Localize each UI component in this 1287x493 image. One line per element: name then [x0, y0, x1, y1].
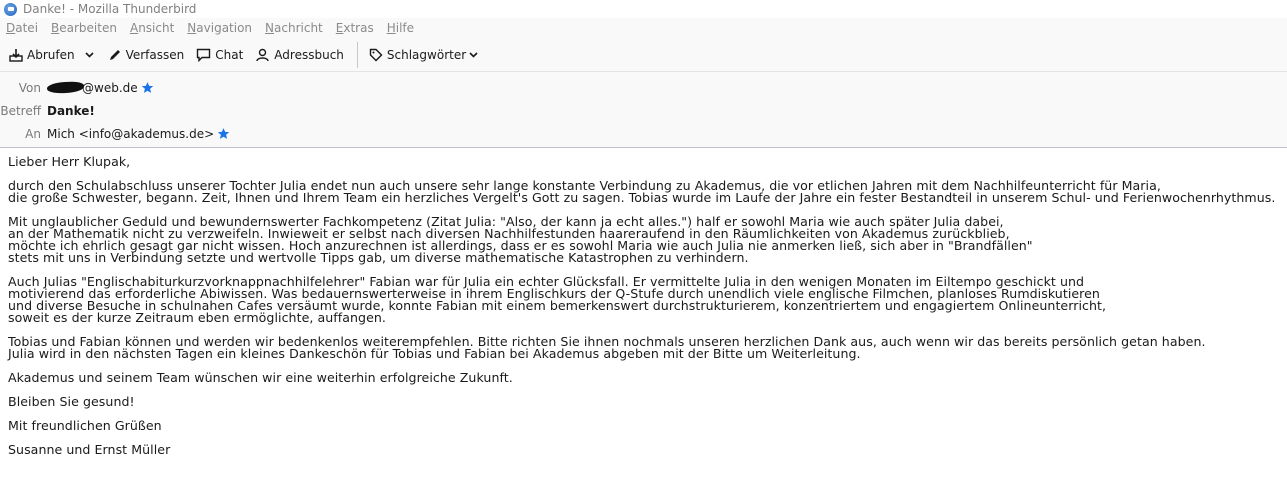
chevron-down-icon [85, 51, 94, 58]
from-address: @web.de [82, 80, 138, 95]
body-paragraph: Bleiben Sie gesund! [8, 394, 1279, 409]
compose-label: Verfassen [125, 47, 185, 62]
body-line: Bleiben Sie gesund! [8, 394, 135, 409]
tag-icon [369, 48, 383, 61]
chat-label: Chat [215, 47, 244, 62]
body-line: Lieber Herr Klupak, [8, 154, 131, 169]
menu-navigation[interactable]: Navigation [187, 21, 252, 35]
to-label: An [25, 126, 41, 141]
from-label: Von [18, 80, 41, 95]
download-icon [9, 48, 23, 62]
star-icon[interactable] [217, 127, 230, 140]
body-line: soweit es der kurze Zeitraum eben ermögl… [8, 310, 386, 325]
body-paragraph: Akademus und seinem Team wünschen wir ei… [8, 370, 1279, 385]
menu-bar: Datei Bearbeiten Ansicht Navigation Nach… [0, 18, 1287, 38]
redacted-sender-name [46, 81, 85, 94]
compose-button[interactable]: Verfassen [103, 42, 190, 68]
tags-button[interactable]: Schlagwörter [364, 42, 487, 68]
to-value[interactable]: Mich <info@akademus.de> [47, 127, 230, 141]
body-line: Julia wird in den nächsten Tagen ein kle… [8, 346, 861, 361]
body-paragraph: Auch Julias "Englischabiturkurzvorknappn… [8, 275, 1279, 325]
contacts-icon [256, 48, 269, 61]
get-mail-dropdown-button[interactable] [82, 42, 101, 68]
body-paragraph: durch den Schulabschluss unserer Tochter… [8, 179, 1279, 205]
get-mail-label: Abrufen [27, 47, 75, 62]
subject-value: Danke! [47, 103, 95, 118]
window-titlebar: Danke! - Mozilla Thunderbird [0, 0, 1287, 18]
menu-ansicht[interactable]: Ansicht [130, 21, 174, 35]
message-body[interactable]: Lieber Herr Klupak, durch den Schulabschl… [0, 148, 1287, 456]
message-header: Von @web.de Betreff Danke! An Mich <info… [0, 72, 1287, 148]
body-paragraph: Mit unglaublicher Geduld und bewundernsw… [8, 215, 1279, 265]
body-paragraph: Tobias und Fabian können und werden wir … [8, 335, 1279, 361]
chevron-down-icon [469, 51, 478, 58]
menu-extras[interactable]: Extras [336, 21, 374, 35]
from-value[interactable]: @web.de [46, 80, 154, 95]
body-paragraph: Lieber Herr Klupak, [8, 154, 1279, 169]
to-address: Mich <info@akademus.de> [47, 126, 215, 141]
window-title: Danke! - Mozilla Thunderbird [23, 2, 197, 16]
menu-nachricht[interactable]: Nachricht [265, 21, 323, 35]
body-line: die große Schwester, begann. Zeit, Ihnen… [8, 190, 1276, 205]
subject-label: Betreff [0, 103, 41, 118]
star-icon[interactable] [141, 81, 154, 94]
addressbook-label: Adressbuch [274, 47, 344, 62]
menu-datei[interactable]: Datei [6, 21, 38, 35]
header-subject-row: Betreff Danke! [0, 99, 1287, 122]
body-line: Mit freundlichen Grüßen [8, 418, 162, 433]
addressbook-button[interactable]: Adressbuch [250, 42, 349, 68]
main-toolbar: Abrufen Verfassen Chat Adressbuch Schlag… [0, 38, 1287, 72]
chat-bubble-icon [197, 48, 211, 62]
chat-button[interactable]: Chat [191, 42, 248, 68]
body-line: stets mit uns in Verbindung setzte und w… [8, 250, 749, 265]
menu-bearbeiten[interactable]: Bearbeiten [51, 21, 117, 35]
body-paragraph: Susanne und Ernst Müller [8, 442, 1279, 457]
header-to-row: An Mich <info@akademus.de> [0, 122, 1287, 145]
get-mail-button[interactable]: Abrufen [4, 42, 80, 68]
toolbar-separator [356, 41, 358, 68]
body-paragraph: Mit freundlichen Grüßen [8, 418, 1279, 433]
body-line: Akademus und seinem Team wünschen wir ei… [8, 370, 513, 385]
tags-label: Schlagwörter [386, 47, 467, 62]
body-line: Susanne und Ernst Müller [8, 442, 171, 457]
menu-hilfe[interactable]: Hilfe [387, 21, 414, 35]
pencil-icon [109, 49, 120, 60]
header-from-row: Von @web.de [0, 76, 1287, 99]
thunderbird-app-icon [4, 2, 17, 16]
